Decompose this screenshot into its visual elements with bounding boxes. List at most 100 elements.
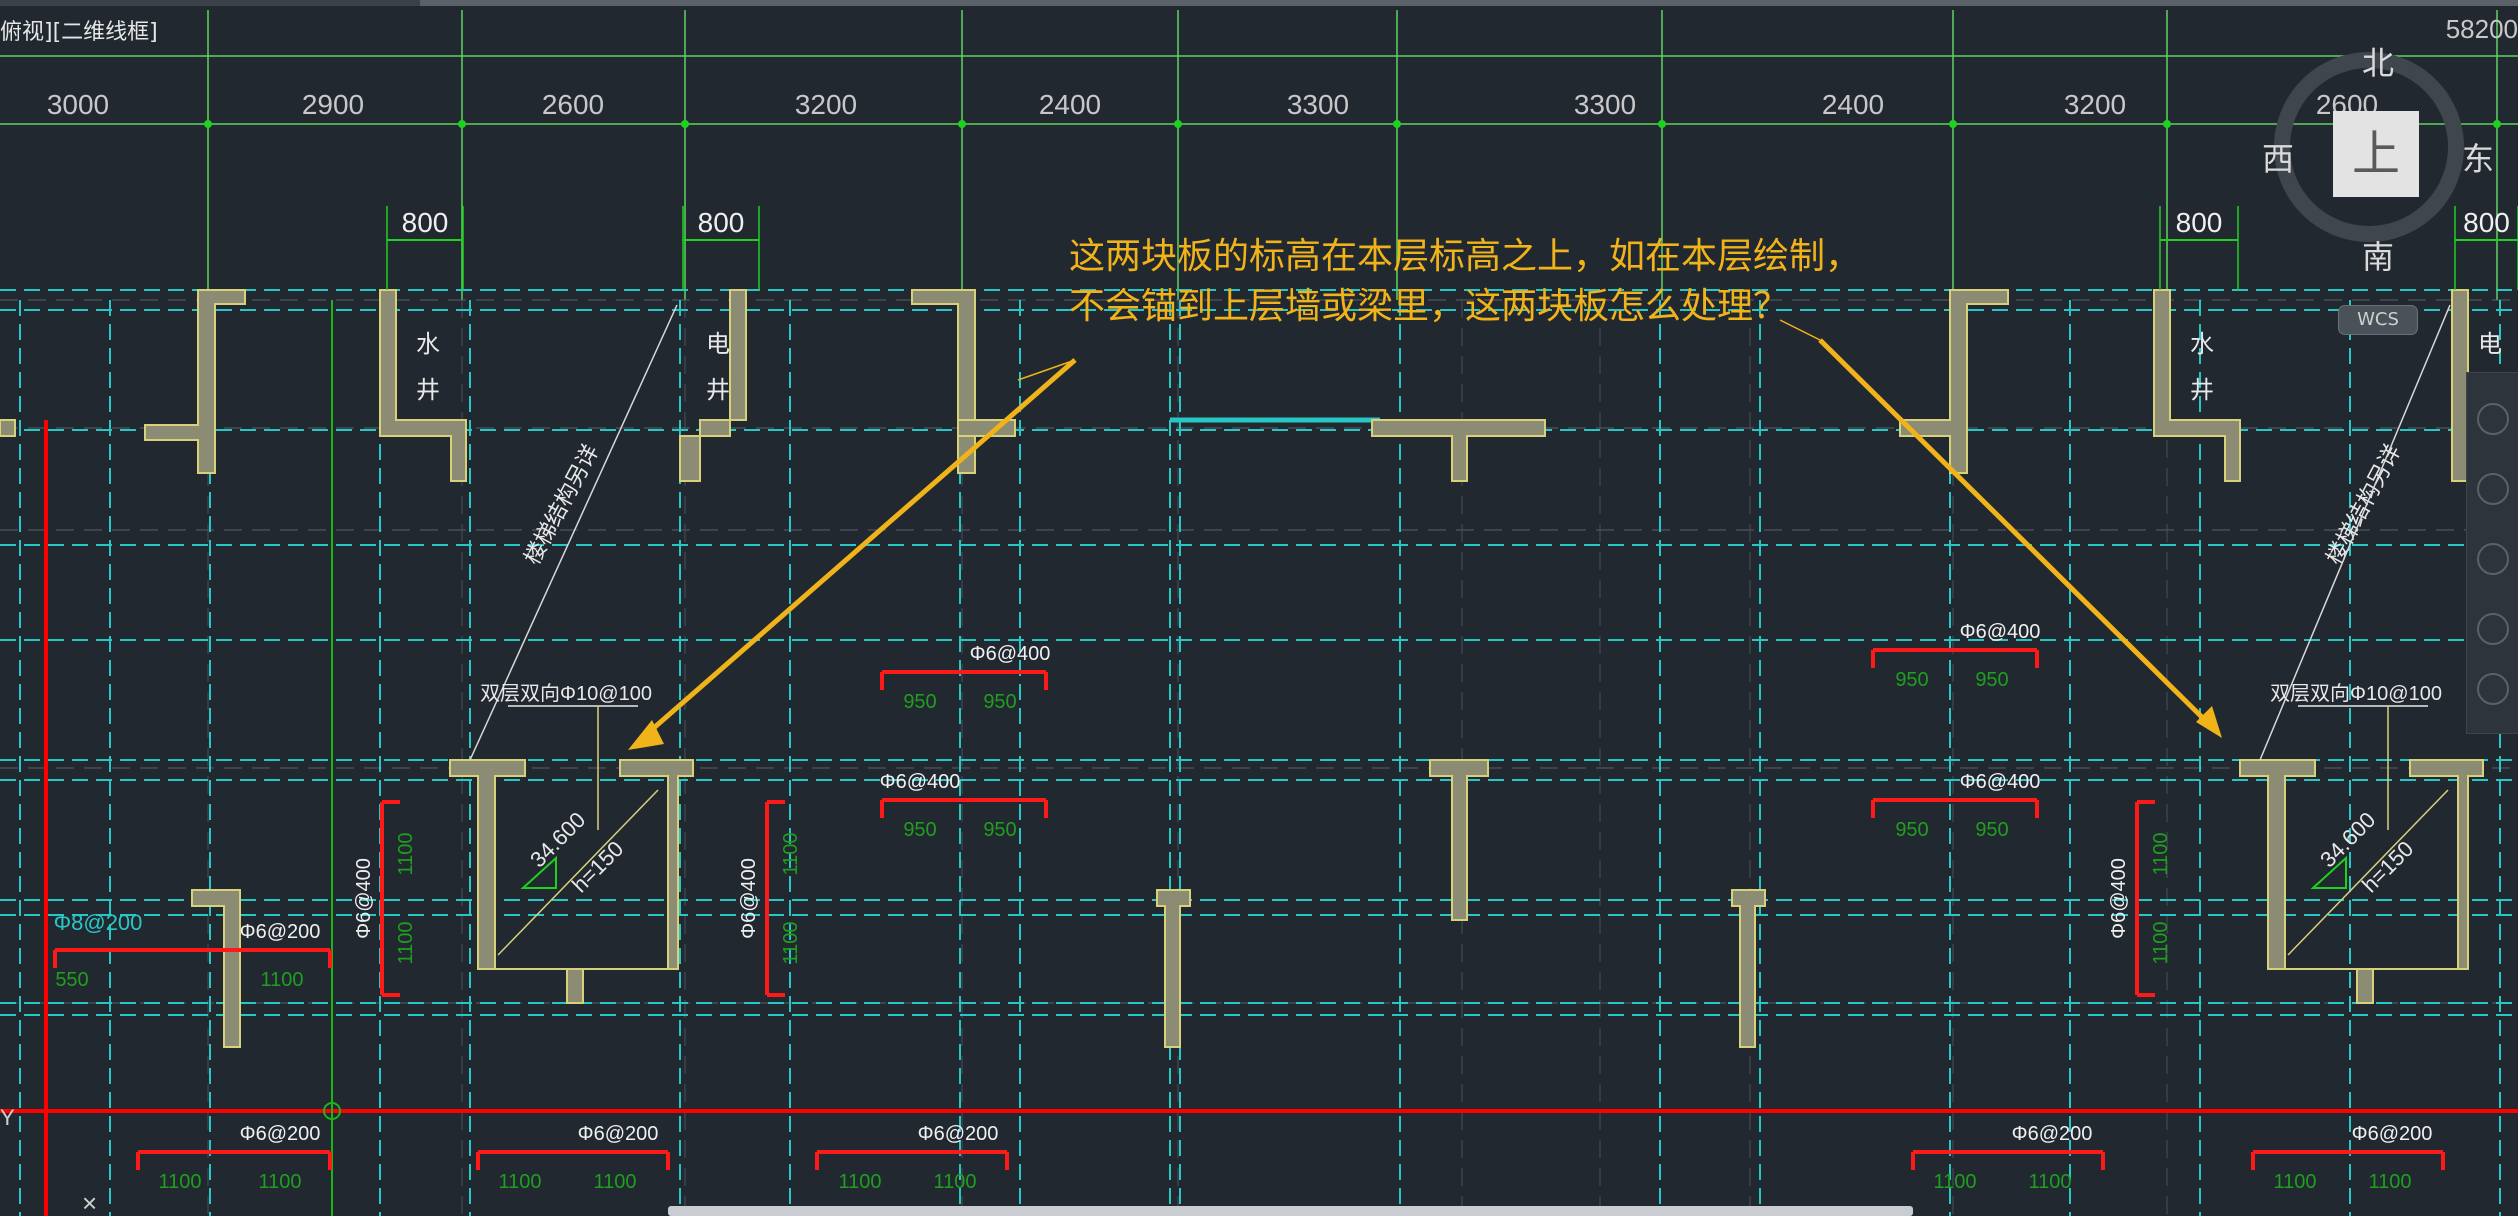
span-dimension: 2400 [1822, 89, 1884, 120]
annotation-line-2: 不会锚到上层墙或梁里，这两块板怎么处理？ [1069, 286, 1790, 327]
rebar-length: 1100 [933, 1171, 976, 1193]
rebar-label: Φ6@200 [240, 1123, 321, 1145]
navigation-bar[interactable] [2466, 372, 2518, 734]
opening-dimension: 800 [2176, 207, 2223, 238]
rebar-length: 1100 [258, 1171, 301, 1193]
axis-tick [458, 120, 466, 128]
question-annotation: 这两块板的标高在本层标高之上，如在本层绘制， 不会锚到上层墙或梁里，这两块板怎么… [1069, 232, 1861, 332]
wall-T [1371, 419, 1546, 482]
axis-tick [2493, 120, 2501, 128]
wall-L [1899, 289, 2009, 474]
opening-dimension: 800 [402, 207, 449, 238]
annotation-arrow [638, 358, 1077, 742]
compass-east[interactable]: 东 [2462, 134, 2494, 180]
rebar-label: Φ6@400 [1960, 771, 2041, 793]
axis-tick [1174, 120, 1182, 128]
ucs-x-marker: × [82, 1188, 97, 1216]
rebar-label: Φ6@400 [353, 858, 375, 939]
showmotion-icon[interactable] [2477, 673, 2509, 705]
slab-elevation: 34.600 [525, 807, 590, 872]
wall-T [1156, 889, 1191, 1048]
rebar-length: 1100 [2368, 1171, 2411, 1193]
rebar-length: 950 [903, 819, 936, 841]
wall-T [1429, 759, 1489, 921]
view-cube-top-face[interactable]: 上 [2333, 111, 2419, 197]
rebar-length: 950 [1895, 819, 1928, 841]
rebar-length: 1100 [260, 969, 303, 991]
wall-stub [0, 419, 16, 437]
axis-tick [681, 120, 689, 128]
rebar-length: 1100 [2273, 1171, 2316, 1193]
compass-south[interactable]: 南 [2362, 232, 2394, 278]
span-dimension: 3200 [2064, 89, 2126, 120]
rebar-length: 950 [1975, 819, 2008, 841]
rebar-length: 1100 [395, 832, 417, 875]
rebar-label: Φ6@400 [1960, 621, 2041, 643]
rebar-label: Φ6@200 [578, 1123, 659, 1145]
rebar-label: Φ6@200 [240, 921, 321, 943]
rebar-length: 950 [1975, 669, 2008, 691]
view-cube[interactable]: 上 北 南 西 东 [2262, 44, 2494, 276]
rebar-length: 1100 [838, 1171, 881, 1193]
stair-note: 楼梯结构另详 [2321, 440, 2405, 568]
rebar-label: Φ6@400 [738, 858, 760, 939]
axis-grid [0, 10, 2518, 1216]
rebar-label: Φ6@400 [880, 771, 961, 793]
shaft-label: 电 [706, 331, 730, 358]
zoom-icon[interactable] [2477, 543, 2509, 575]
viewport-label[interactable]: 俯视][二维线框] [0, 14, 158, 46]
slab-thickness: h=150 [567, 836, 628, 897]
rebar-length: 550 [55, 969, 88, 991]
beam-dashed-lines [0, 289, 2518, 1216]
span-dimension: 3200 [795, 89, 857, 120]
axis-tick [204, 120, 212, 128]
span-dimension: 3300 [1574, 89, 1636, 120]
pan-icon[interactable] [2477, 473, 2509, 505]
rebar-length: 950 [983, 819, 1016, 841]
annotation-line-1: 这两块板的标高在本层标高之上，如在本层绘制， [1069, 236, 1862, 277]
compass-north[interactable]: 北 [2362, 38, 2394, 84]
axis-tick [1658, 120, 1666, 128]
rebar-length: 1100 [780, 921, 802, 964]
span-dimension: 2600 [542, 89, 604, 120]
drawing-canvas[interactable]: 3000 2900 2600 3200 2400 3300 3300 2400 3200 2600… [0, 0, 2518, 1216]
shaft-label: 井 [416, 377, 440, 404]
top-right-coordinate: 58200 [2445, 14, 2518, 44]
axis-tick [958, 120, 966, 128]
shaft-label: 井 [2190, 377, 2214, 404]
shaft-label: 井 [706, 377, 730, 404]
top-bar-label: 双层双向Φ10@100 [2270, 682, 2442, 705]
rebar-length: 1100 [498, 1171, 541, 1193]
wall-L [144, 289, 246, 474]
axis-tick [1949, 120, 1957, 128]
wall-L [191, 889, 241, 1048]
rebar-length: 950 [1895, 669, 1928, 691]
rebar-length: 1100 [780, 832, 802, 875]
rebar-label: Φ8@200 [54, 910, 143, 935]
horizontal-scrollbar[interactable] [668, 1206, 1913, 1216]
shaft-label: 水 [416, 331, 440, 358]
slab-elevation: 34.600 [2315, 807, 2380, 872]
steering-wheel-icon[interactable] [2477, 403, 2509, 435]
orbit-icon[interactable] [2477, 613, 2509, 645]
top-bar-label: 双层双向Φ10@100 [480, 682, 652, 705]
stair-note: 楼梯结构另详 [519, 440, 603, 568]
rebar-length: 950 [983, 691, 1016, 713]
slab-thickness: h=150 [2357, 836, 2418, 897]
span-dimension: 2900 [302, 89, 364, 120]
rebar-length: 1100 [395, 921, 417, 964]
rebar-label: Φ6@200 [918, 1123, 999, 1145]
axis-tick [1393, 120, 1401, 128]
rebar-length: 1100 [2150, 921, 2172, 964]
wcs-menu[interactable]: WCS [2338, 305, 2418, 335]
ucs-y-label: Y [0, 1105, 15, 1130]
shaft-label: 电 [2478, 331, 2502, 358]
rebar-length: 950 [903, 691, 936, 713]
rebar-length: 1100 [2150, 832, 2172, 875]
shear-walls [0, 289, 2518, 1048]
rebar-length: 1100 [1933, 1171, 1976, 1193]
rebar-label: Φ6@200 [2352, 1123, 2433, 1145]
wall-L [911, 289, 976, 474]
rebar-length: 1100 [593, 1171, 636, 1193]
compass-west[interactable]: 西 [2262, 134, 2294, 180]
